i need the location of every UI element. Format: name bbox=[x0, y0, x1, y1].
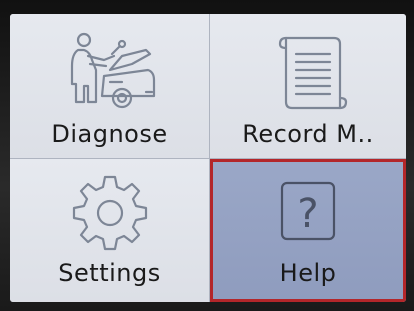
document-scroll-icon bbox=[278, 36, 348, 110]
menu-item-help[interactable]: ? Help bbox=[210, 159, 406, 302]
menu-item-label: Help bbox=[279, 259, 337, 287]
menu-item-label: Diagnose bbox=[51, 120, 168, 148]
main-menu-grid: Diagnose Record M.. Settings ? Help bbox=[10, 14, 406, 302]
gear-icon bbox=[72, 175, 147, 251]
menu-item-settings[interactable]: Settings bbox=[10, 159, 210, 302]
menu-item-label: Settings bbox=[58, 259, 161, 287]
menu-item-diagnose[interactable]: Diagnose bbox=[10, 14, 210, 159]
question-mark-icon: ? bbox=[280, 181, 336, 241]
svg-text:?: ? bbox=[297, 191, 318, 237]
menu-item-record[interactable]: Record M.. bbox=[210, 14, 406, 159]
menu-item-label: Record M.. bbox=[242, 120, 374, 148]
lcd-screen: Diagnose Record M.. Settings ? Help bbox=[10, 14, 406, 302]
mechanic-car-icon bbox=[70, 32, 155, 109]
